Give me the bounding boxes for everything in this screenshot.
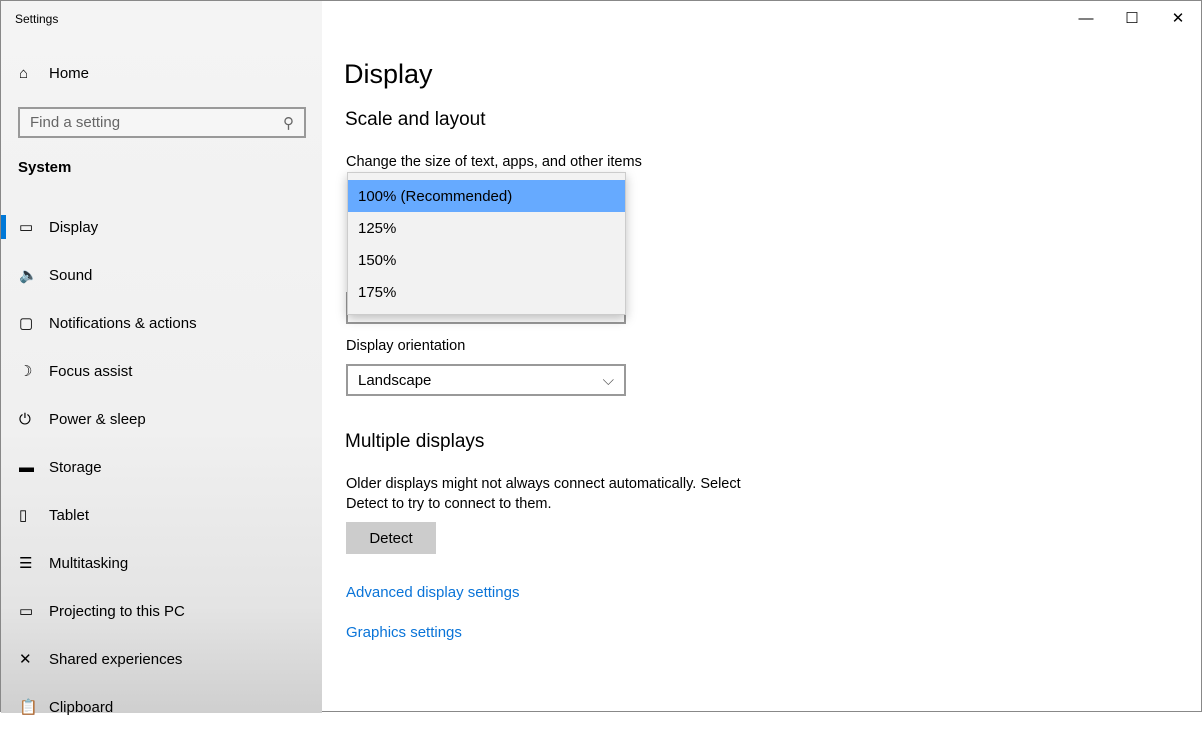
chevron-down-icon: ⌵	[602, 371, 614, 389]
minimize-button[interactable]: —	[1063, 1, 1109, 35]
sidebar-item-storage[interactable]: ▬ Storage	[1, 443, 322, 491]
multi-text: Older displays might not always connect …	[346, 476, 741, 492]
window-controls: — ☐ ✕	[1063, 1, 1201, 35]
speaker-icon: 🔈	[19, 267, 38, 284]
monitor-icon: ▭	[19, 219, 34, 236]
orientation-select[interactable]: Landscape ⌵	[346, 364, 626, 396]
home-label: Home	[49, 65, 90, 82]
section-title: System	[18, 159, 72, 176]
detect-button[interactable]: Detect	[346, 522, 436, 554]
graphics-settings-link[interactable]: Graphics settings	[346, 624, 462, 641]
projector-icon: ▭	[19, 603, 34, 620]
nav-label: Focus assist	[49, 362, 133, 380]
window-title: Settings	[15, 12, 59, 26]
tablet-icon: ▯	[19, 507, 28, 524]
clipboard-icon: 📋	[19, 699, 38, 716]
storage-icon: ▬	[19, 458, 34, 476]
nav-label: Display	[49, 218, 99, 236]
home-icon: ⌂	[19, 65, 29, 82]
sidebar-item-multitasking[interactable]: ☰ Multitasking	[1, 539, 322, 587]
advanced-display-link[interactable]: Advanced display settings	[346, 584, 519, 601]
search-icon: ⚲	[283, 114, 294, 132]
sidebar-item-notifications[interactable]: ▢ Notifications & actions	[1, 299, 322, 347]
sidebar-item-tablet[interactable]: ▯ Tablet	[1, 491, 322, 539]
close-button[interactable]: ✕	[1155, 1, 1201, 35]
notification-icon: ▢	[19, 315, 34, 332]
scale-heading: Scale and layout	[345, 109, 486, 130]
scale-dropdown: 100% (Recommended) 125% 150% 175%	[347, 172, 626, 315]
scale-option[interactable]: 175%	[348, 276, 625, 308]
nav-label: Clipboard	[49, 698, 114, 716]
sidebar-item-projecting[interactable]: ▭ Projecting to this PC	[1, 587, 322, 635]
nav-label: Tablet	[49, 506, 90, 524]
sidebar-item-sound[interactable]: 🔈 Sound	[1, 251, 322, 299]
nav-list: ▭ Display 🔈 Sound ▢ Notifications & actions…	[1, 203, 322, 731]
scale-option[interactable]: 125%	[348, 212, 625, 244]
orientation-value: Landscape	[358, 371, 432, 389]
sidebar-item-clipboard[interactable]: 📋 Clipboard	[1, 683, 322, 731]
multi-heading: Multiple displays	[345, 431, 485, 452]
sidebar: Settings ⌂ Home Find a setting ⚲ System ▭ D…	[1, 1, 322, 716]
sidebar-item-power[interactable]: ⏻ Power & sleep	[1, 395, 322, 443]
search-placeholder: Find a setting	[30, 114, 121, 131]
nav-label: Multitasking	[49, 554, 129, 572]
page-title: Display	[344, 59, 433, 89]
power-icon: ⏻	[19, 410, 31, 428]
sidebar-item-shared[interactable]: ✕ Shared experiences	[1, 635, 322, 683]
orientation-label: Display orientation	[346, 338, 466, 354]
nav-label: Notifications & actions	[49, 314, 197, 332]
scale-label: Change the size of text, apps, and other…	[346, 154, 642, 170]
sidebar-item-display[interactable]: ▭ Display	[1, 203, 322, 251]
multi-text: Detect to try to connect to them.	[346, 496, 552, 512]
nav-label: Projecting to this PC	[49, 602, 185, 620]
nav-label: Storage	[49, 458, 102, 476]
search-input[interactable]: Find a setting ⚲	[18, 107, 306, 138]
home-link[interactable]: ⌂ Home	[19, 65, 89, 82]
moon-icon: ☽	[19, 363, 33, 380]
nav-label: Sound	[49, 266, 93, 284]
nav-label: Power & sleep	[49, 410, 146, 428]
nav-label: Shared experiences	[49, 650, 183, 668]
maximize-button[interactable]: ☐	[1109, 1, 1155, 35]
shared-icon: ✕	[19, 651, 32, 668]
scale-option[interactable]: 150%	[348, 244, 625, 276]
sidebar-item-focus-assist[interactable]: ☽ Focus assist	[1, 347, 322, 395]
multitasking-icon: ☰	[19, 555, 33, 572]
scale-option[interactable]: 100% (Recommended)	[348, 180, 625, 212]
